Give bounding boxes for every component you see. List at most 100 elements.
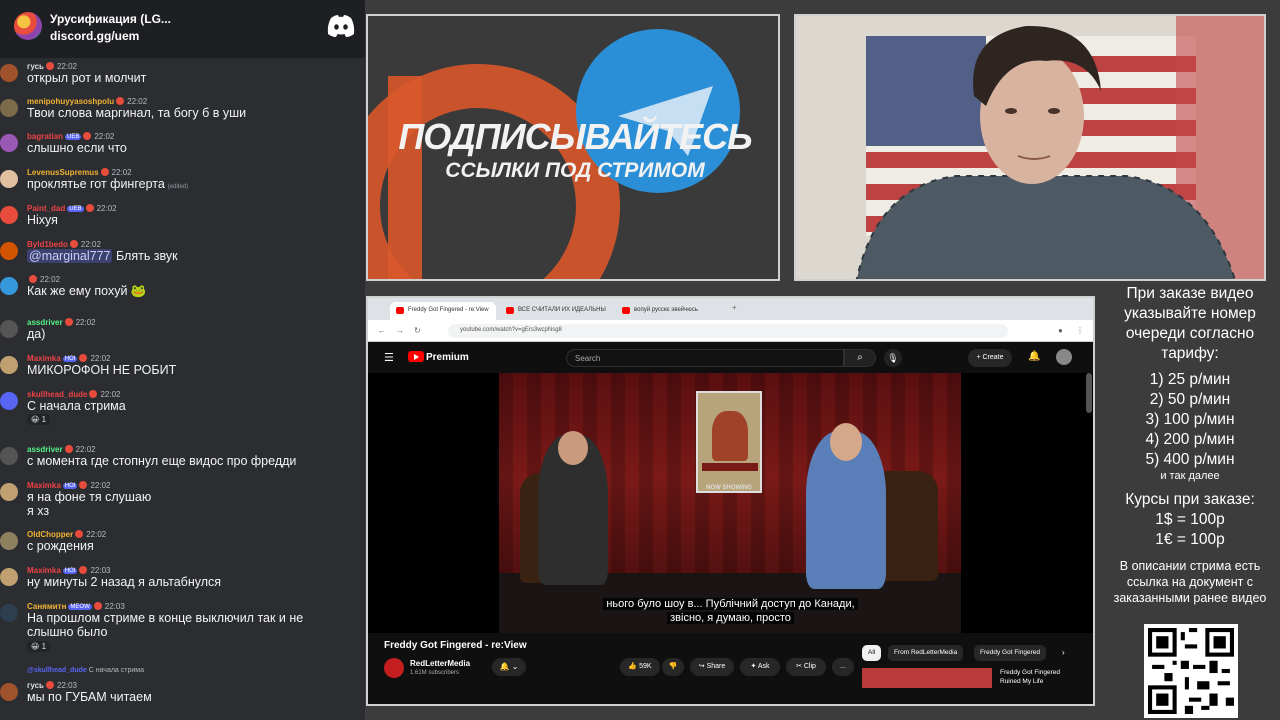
- username[interactable]: assdriver: [27, 318, 63, 327]
- right-host: [806, 423, 886, 589]
- message-body: На прошлом стриме в конце выключил так и…: [27, 611, 304, 639]
- order-intro: При заказе видео указывайте номер очеред…: [1124, 285, 1256, 362]
- avatar[interactable]: [0, 134, 18, 152]
- hamburger-menu-icon[interactable]: ☰: [384, 351, 394, 364]
- tab-label: ВСЕ СЧИТАЛИ ИХ ИДЕАЛЬНЫ: [518, 307, 606, 313]
- username[interactable]: Maximka: [27, 481, 61, 490]
- username[interactable]: bagratian: [27, 132, 63, 141]
- scrollbar[interactable]: [1086, 373, 1092, 413]
- video-player[interactable]: NOW SHOWING нього було шоу в... Публічни…: [368, 373, 1093, 633]
- subscriber-count: 1.61M subscribers: [410, 670, 460, 676]
- menu-dots-icon[interactable]: ⋮: [1076, 326, 1084, 335]
- more-actions-button[interactable]: ...: [832, 658, 854, 676]
- message-body: я на фоне тя слушаю: [27, 490, 152, 504]
- recommended-title[interactable]: Freddy Got Fingered Ruined My Life: [1000, 668, 1080, 686]
- avatar[interactable]: [0, 170, 18, 188]
- avatar[interactable]: [0, 356, 18, 374]
- avatar[interactable]: [0, 277, 18, 295]
- username[interactable]: Maximka: [27, 566, 61, 575]
- channel-avatar[interactable]: [384, 658, 404, 678]
- avatar[interactable]: [0, 483, 18, 501]
- username[interactable]: assdriver: [27, 445, 63, 454]
- reply-preview[interactable]: @skullhead_dude С начала стрима: [27, 667, 144, 674]
- tab-second[interactable]: ВСЕ СЧИТАЛИ ИХ ИДЕАЛЬНЫ: [500, 302, 612, 320]
- chip-from-channel[interactable]: From RedLetterMedia: [888, 645, 964, 661]
- message-header: menipohuyyasoshpolu 22:02: [27, 97, 147, 106]
- username[interactable]: гусь: [27, 62, 44, 71]
- channel-name[interactable]: RedLetterMedia: [410, 659, 470, 668]
- search-icon[interactable]: ⌕: [844, 349, 876, 367]
- clip-button[interactable]: ✂ Clip: [786, 658, 826, 676]
- avatar[interactable]: [0, 532, 18, 550]
- avatar[interactable]: [0, 604, 18, 622]
- server-icon[interactable]: [14, 12, 42, 40]
- role-icon: [79, 566, 88, 574]
- subscribed-bell-button[interactable]: 🔔 ⌄: [492, 658, 526, 676]
- message-body: слышно если что: [27, 141, 127, 155]
- youtube-logo-icon[interactable]: [408, 351, 424, 362]
- timestamp: 22:02: [94, 132, 115, 141]
- reaction-button[interactable]: 😀 1: [27, 414, 51, 425]
- dislike-button[interactable]: 👎: [662, 658, 684, 676]
- username[interactable]: Санямитн: [27, 602, 66, 611]
- clip-label: Clip: [803, 663, 816, 670]
- chevron-right-icon[interactable]: ›: [1062, 648, 1065, 657]
- username[interactable]: OldChopper: [27, 530, 73, 539]
- like-button[interactable]: 👍 59K: [620, 658, 660, 676]
- avatar[interactable]: [0, 320, 18, 338]
- share-button[interactable]: ↪ Share: [690, 658, 734, 676]
- new-tab-button[interactable]: +: [732, 303, 737, 312]
- message-text: На прошлом стриме в конце выключил так и…: [27, 611, 347, 639]
- username[interactable]: skullhead_dude: [27, 390, 87, 399]
- server-invite-link[interactable]: discord.gg/uem: [50, 29, 139, 43]
- message-header: Maximka HOI 22:02: [27, 354, 111, 363]
- username[interactable]: menipohuyyasoshpolu: [27, 97, 114, 106]
- role-icon: [89, 390, 98, 398]
- message-text: да): [27, 327, 45, 341]
- avatar[interactable]: [0, 392, 18, 410]
- avatar[interactable]: [0, 447, 18, 465]
- username[interactable]: Maximka: [27, 354, 61, 363]
- timestamp: 22:03: [90, 566, 111, 575]
- forward-icon[interactable]: →: [396, 326, 404, 335]
- reaction-button[interactable]: 😀 1: [27, 641, 51, 652]
- username[interactable]: Paint_dad: [27, 204, 65, 213]
- avatar[interactable]: [0, 206, 18, 224]
- role-icon: [29, 275, 37, 283]
- role-icon: [75, 530, 84, 538]
- ask-button[interactable]: ✦ Ask: [740, 658, 780, 676]
- chip-all[interactable]: All: [862, 645, 882, 661]
- timestamp: 22:03: [104, 602, 125, 611]
- notifications-bell-icon[interactable]: 🔔: [1028, 351, 1040, 362]
- avatar[interactable]: [0, 99, 18, 117]
- username[interactable]: Byld1bedo: [27, 240, 68, 249]
- avatar[interactable]: [0, 683, 18, 701]
- tab-third[interactable]: вопуй русскє эвейчюсь: [616, 302, 728, 320]
- message-body: Ніхуя: [27, 213, 58, 227]
- avatar[interactable]: [0, 568, 18, 586]
- message-text: Твои слова маргинал, та богу б в уши: [27, 106, 246, 120]
- create-button[interactable]: + Create: [968, 349, 1012, 367]
- qr-code[interactable]: [1144, 624, 1238, 718]
- avatar[interactable]: [0, 242, 18, 260]
- tab-freddy[interactable]: Freddy Got Fingered - re:View: [390, 302, 496, 320]
- timestamp: 22:02: [100, 390, 121, 399]
- message-header: skullhead_dude 22:02: [27, 390, 121, 399]
- chip-freddy[interactable]: Freddy Got Fingered: [974, 645, 1046, 661]
- user-avatar[interactable]: [1056, 349, 1072, 365]
- message-body: Блять звук: [115, 249, 178, 263]
- profile-icon[interactable]: ●: [1058, 326, 1063, 335]
- username[interactable]: LevenusSupremus: [27, 168, 99, 177]
- user-mention[interactable]: @marginal777: [27, 249, 113, 263]
- search-input[interactable]: Search: [566, 349, 844, 367]
- tag-badge: HOI: [62, 568, 78, 574]
- back-icon[interactable]: ←: [378, 326, 386, 335]
- url-field[interactable]: youtube.com/watch?v=gErs3wcpNsg8: [448, 324, 1008, 338]
- microphone-icon[interactable]: 🎙: [884, 349, 902, 367]
- avatar[interactable]: [0, 64, 18, 82]
- message-body: с момента где стопнул еще видос про фред…: [27, 454, 297, 468]
- recommended-thumbnail[interactable]: [862, 668, 992, 688]
- reload-icon[interactable]: ↻: [414, 326, 421, 335]
- username[interactable]: гусь: [27, 681, 44, 690]
- youtube-favicon-icon: [622, 307, 630, 314]
